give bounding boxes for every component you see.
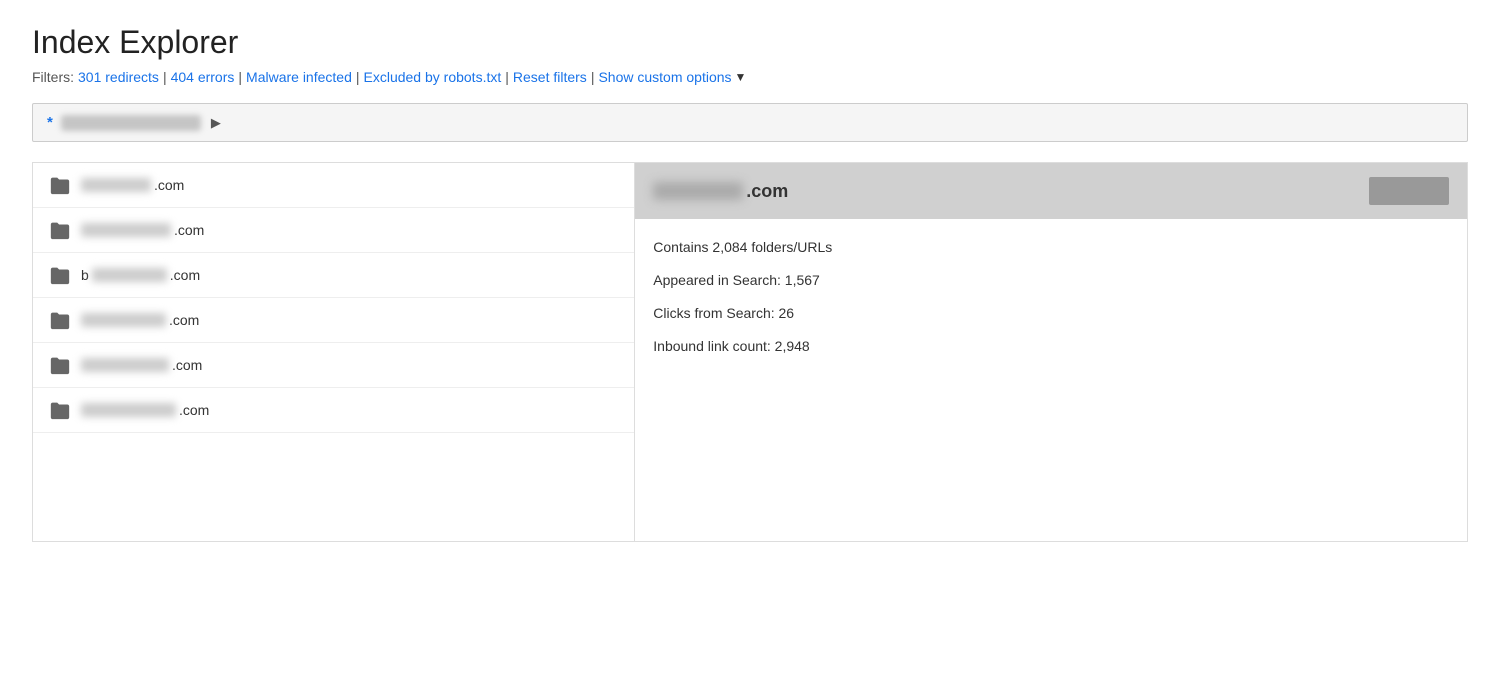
filters-bar: Filters: 301 redirects | 404 errors | Ma… — [32, 69, 1468, 85]
search-bar: * ▶ — [32, 103, 1468, 142]
left-panel: .com .com b .com — [33, 163, 635, 541]
right-panel-body: Contains 2,084 folders/URLs Appeared in … — [635, 219, 1467, 541]
right-panel: .com Contains 2,084 folders/URLs Appeare… — [635, 163, 1467, 541]
folder-icon — [49, 310, 71, 330]
folder-icon — [49, 175, 71, 195]
list-item-text: .com — [81, 177, 184, 193]
blurred-domain-3 — [92, 268, 167, 282]
stat-inbound-link-count: Inbound link count: 2,948 — [653, 336, 1449, 357]
sep-1: | — [163, 69, 167, 85]
list-item-text: .com — [81, 312, 199, 328]
right-header-title: .com — [653, 181, 788, 202]
right-header-domain-suffix: .com — [746, 181, 788, 202]
domain-prefix-3: b — [81, 267, 89, 283]
blurred-domain-1 — [81, 178, 151, 192]
stat-clicks-search: Clicks from Search: 26 — [653, 303, 1449, 324]
domain-suffix-5: .com — [172, 357, 202, 373]
domain-suffix-2: .com — [174, 222, 204, 238]
filter-malware-infected[interactable]: Malware infected — [246, 69, 352, 85]
domain-suffix-3: .com — [170, 267, 200, 283]
blurred-domain-4 — [81, 313, 166, 327]
filters-label: Filters: — [32, 69, 74, 85]
filter-excluded-robots[interactable]: Excluded by robots.txt — [364, 69, 502, 85]
right-panel-header: .com — [635, 163, 1467, 219]
right-header-action-button[interactable] — [1369, 177, 1449, 205]
filter-reset-filters[interactable]: Reset filters — [513, 69, 587, 85]
list-item[interactable]: .com — [33, 298, 634, 343]
search-asterisk: * — [47, 114, 53, 131]
list-item[interactable]: .com — [33, 388, 634, 433]
list-item[interactable]: b .com — [33, 253, 634, 298]
right-header-domain-blurred — [653, 182, 743, 200]
filter-404-errors[interactable]: 404 errors — [171, 69, 235, 85]
sep-5: | — [591, 69, 595, 85]
search-text-blurred — [61, 115, 201, 131]
domain-suffix-6: .com — [179, 402, 209, 418]
search-expand-arrow[interactable]: ▶ — [211, 115, 221, 131]
filter-301-redirects[interactable]: 301 redirects — [78, 69, 159, 85]
dropdown-arrow-icon[interactable]: ▼ — [735, 70, 747, 84]
list-item[interactable]: .com — [33, 163, 634, 208]
blurred-domain-6 — [81, 403, 176, 417]
domain-suffix-1: .com — [154, 177, 184, 193]
sep-4: | — [505, 69, 509, 85]
list-item[interactable]: .com — [33, 343, 634, 388]
stat-folders-urls: Contains 2,084 folders/URLs — [653, 237, 1449, 258]
filter-show-custom-options[interactable]: Show custom options — [598, 69, 731, 85]
blurred-domain-5 — [81, 358, 169, 372]
list-item-text: .com — [81, 357, 202, 373]
list-item-text: b .com — [81, 267, 200, 283]
folder-icon — [49, 265, 71, 285]
sep-3: | — [356, 69, 360, 85]
list-item-text: .com — [81, 222, 204, 238]
list-item[interactable]: .com — [33, 208, 634, 253]
page-title: Index Explorer — [32, 24, 1468, 61]
main-table: .com .com b .com — [32, 162, 1468, 542]
folder-icon — [49, 220, 71, 240]
folder-icon — [49, 400, 71, 420]
folder-icon — [49, 355, 71, 375]
list-item-text: .com — [81, 402, 209, 418]
sep-2: | — [238, 69, 242, 85]
domain-suffix-4: .com — [169, 312, 199, 328]
blurred-domain-2 — [81, 223, 171, 237]
stat-appeared-search: Appeared in Search: 1,567 — [653, 270, 1449, 291]
